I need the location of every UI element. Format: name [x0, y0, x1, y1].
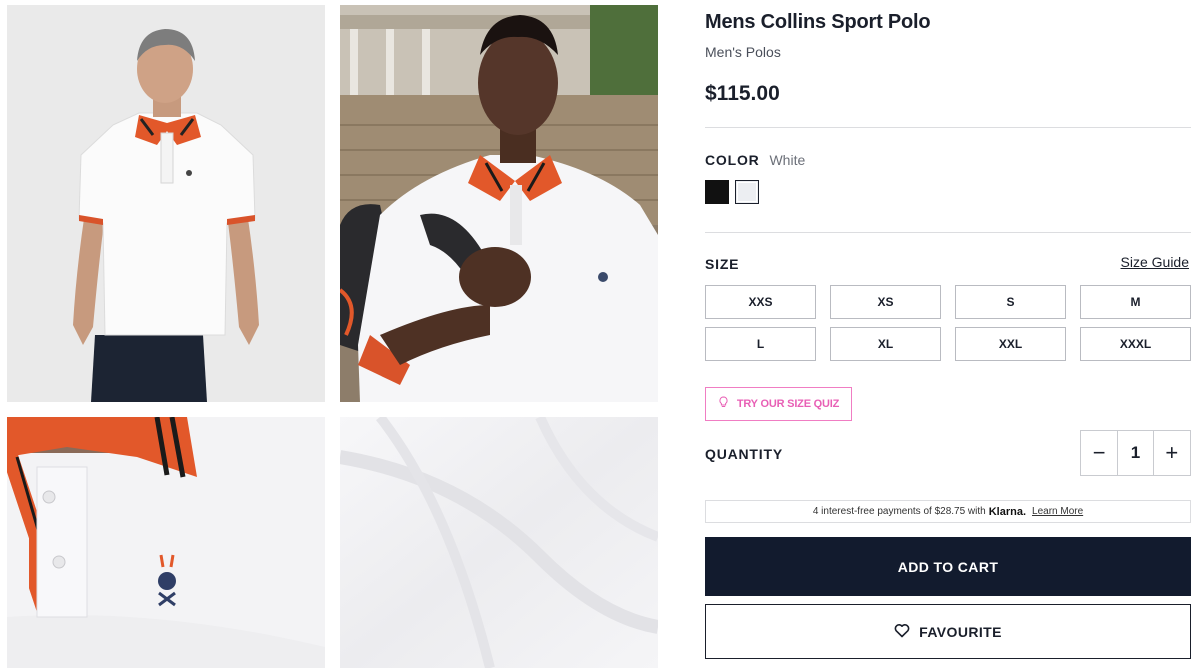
heart-icon [894, 623, 910, 641]
product-panel: Mens Collins Sport Polo Men's Polos $115… [705, 0, 1191, 668]
size-quiz-label: TRY OUR SIZE QUIZ [736, 398, 840, 410]
product-price: $115.00 [705, 82, 780, 105]
quantity-value[interactable]: 1 [1117, 431, 1154, 475]
color-swatch-black[interactable] [705, 180, 729, 204]
favourite-button[interactable]: FAVOURITE [705, 604, 1191, 659]
color-swatches [705, 180, 759, 204]
size-label: SIZE [705, 256, 740, 272]
size-option-m[interactable]: M [1080, 285, 1191, 319]
quantity-increase-button[interactable]: + [1154, 431, 1190, 475]
product-category[interactable]: Men's Polos [705, 44, 781, 60]
selected-color-value: White [769, 152, 806, 168]
product-gallery [7, 5, 658, 668]
product-title: Mens Collins Sport Polo [705, 11, 931, 33]
size-option-xxxl[interactable]: XXXL [1080, 327, 1191, 361]
photo-collar-detail[interactable] [7, 417, 325, 668]
size-option-xxl[interactable]: XXL [955, 327, 1066, 361]
add-to-cart-button[interactable]: ADD TO CART [705, 537, 1191, 596]
quantity-decrease-button[interactable]: − [1081, 431, 1117, 475]
size-quiz-button[interactable]: TRY OUR SIZE QUIZ [705, 387, 852, 421]
size-option-xs[interactable]: XS [830, 285, 941, 319]
color-swatch-white[interactable] [735, 180, 759, 204]
size-guide-link[interactable]: Size Guide [1121, 254, 1189, 270]
photo-fabric-detail[interactable] [340, 417, 658, 668]
klarna-text: 4 interest-free payments of $28.75 with [812, 506, 986, 517]
color-selector-header: COLOR White [705, 152, 805, 168]
color-label: COLOR [705, 152, 760, 168]
divider [705, 232, 1191, 233]
size-option-s[interactable]: S [955, 285, 1066, 319]
klarna-learn-more-link[interactable]: Learn More [1032, 506, 1083, 517]
divider [705, 127, 1191, 128]
klarna-logo: Klarna. [988, 505, 1027, 518]
size-options: XXS XS S M L XL XXL XXXL [705, 285, 1191, 361]
size-option-xxs[interactable]: XXS [705, 285, 816, 319]
quantity-stepper: − 1 + [1080, 430, 1191, 476]
lightbulb-icon [718, 395, 729, 413]
klarna-banner: 4 interest-free payments of $28.75 with … [705, 500, 1191, 523]
photo-model-front[interactable] [7, 5, 325, 402]
size-option-l[interactable]: L [705, 327, 816, 361]
favourite-label: FAVOURITE [919, 623, 1002, 640]
quantity-label: QUANTITY [705, 446, 783, 462]
photo-model-lifestyle[interactable] [340, 5, 658, 402]
size-option-xl[interactable]: XL [830, 327, 941, 361]
